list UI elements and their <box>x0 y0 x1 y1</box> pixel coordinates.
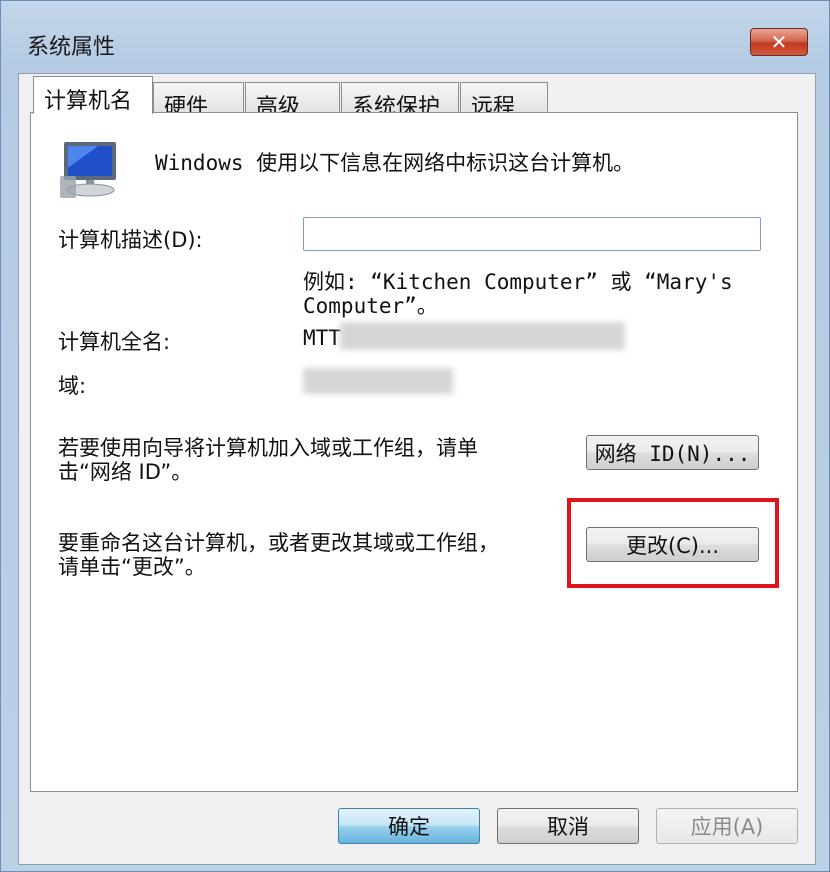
computer-icon <box>60 142 116 198</box>
rename-text-line2: 请单击“更改”。 <box>58 555 206 579</box>
cancel-button[interactable]: 取消 <box>497 808 639 844</box>
tab-advanced[interactable]: 高级 <box>245 82 340 120</box>
description-label: 计算机描述(D): <box>58 228 203 252</box>
intro-text: Windows 使用以下信息在网络中标识这台计算机。 <box>155 151 635 175</box>
domain-label: 域: <box>58 374 87 398</box>
tab-label: 计算机名 <box>44 89 133 114</box>
full-name-label: 计算机全名: <box>58 330 171 354</box>
tab-system-protection[interactable]: 系统保护 <box>341 82 459 120</box>
tab-remote[interactable]: 远程 <box>460 82 548 120</box>
network-id-text-line2: 击“网络 ID”。 <box>58 460 193 484</box>
close-button[interactable]: ✕ <box>750 28 808 56</box>
tab-computer-name[interactable]: 计算机名 <box>33 76 153 114</box>
redacted-full-name <box>340 322 625 350</box>
example-text-line2: Computer”。 <box>303 294 438 318</box>
full-name-value: MTT <box>303 326 341 350</box>
red-highlight-box <box>567 498 779 588</box>
redacted-domain <box>303 368 453 394</box>
close-icon: ✕ <box>770 30 788 54</box>
tab-hardware[interactable]: 硬件 <box>153 82 244 120</box>
window-title: 系统属性 <box>27 35 116 60</box>
apply-button[interactable]: 应用(A) <box>656 808 798 844</box>
description-input[interactable] <box>303 217 761 251</box>
ok-button[interactable]: 确定 <box>338 808 480 844</box>
network-id-button[interactable]: 网络 ID(N)... <box>586 435 759 470</box>
